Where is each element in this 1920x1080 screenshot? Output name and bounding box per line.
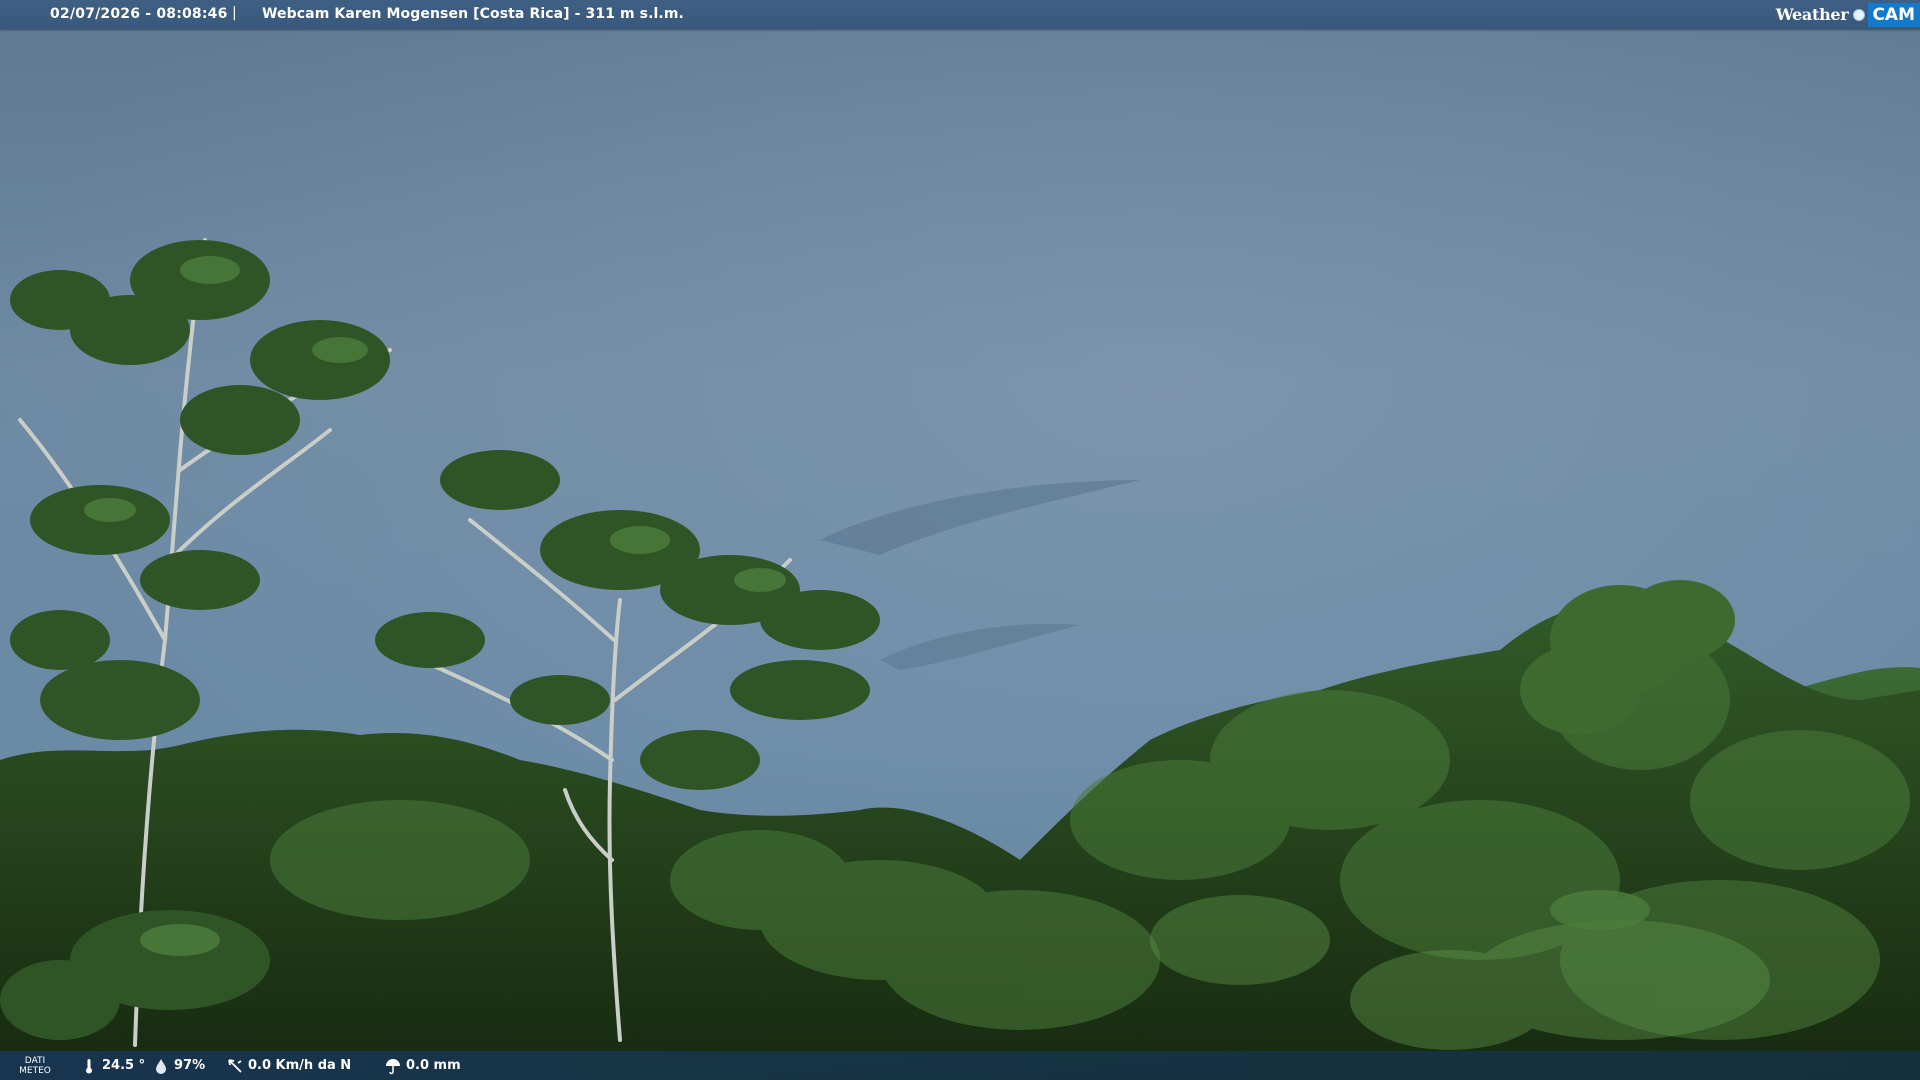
temperature-value: 24.5 ° [102, 1058, 146, 1073]
weather-label-line2: METEO [19, 1065, 51, 1076]
weathercam-logo: Weather CAM [1776, 1, 1920, 28]
weather-label-line1: DATI [24, 1055, 46, 1066]
webcam-title: Webcam Karen Mogensen [Costa Rica] - 311… [262, 6, 684, 22]
thermometer-icon [80, 1057, 98, 1075]
rain-umbrella-icon [384, 1057, 402, 1075]
temperature-reading: 24.5 ° [80, 1051, 145, 1080]
rain-value: 0.0 mm [406, 1058, 461, 1073]
timestamp: 02/07/2026 - 08:08:46 [50, 6, 228, 22]
webcam-image [0, 0, 1920, 1080]
logo-dot-icon [1853, 8, 1866, 21]
weather-data-bar: DATI METEO 24.5 ° 97% 0.0 Km/h da N 0.0 … [0, 1051, 1920, 1080]
wind-value: 0.0 Km/h da N [248, 1058, 352, 1073]
humidity-drop-icon [152, 1057, 170, 1075]
wind-vane-icon [226, 1057, 244, 1075]
humidity-value: 97% [174, 1058, 206, 1073]
separator: | [232, 5, 237, 21]
rain-reading: 0.0 mm [384, 1051, 461, 1080]
humidity-reading: 97% [152, 1051, 205, 1080]
logo-cam-text: CAM [1868, 2, 1920, 27]
top-info-bar: 02/07/2026 - 08:08:46 | Webcam Karen Mog… [0, 0, 1920, 29]
weather-data-label: DATI METEO [14, 1051, 56, 1080]
wind-reading: 0.0 Km/h da N [226, 1051, 351, 1080]
logo-weather-text: Weather [1775, 5, 1849, 24]
